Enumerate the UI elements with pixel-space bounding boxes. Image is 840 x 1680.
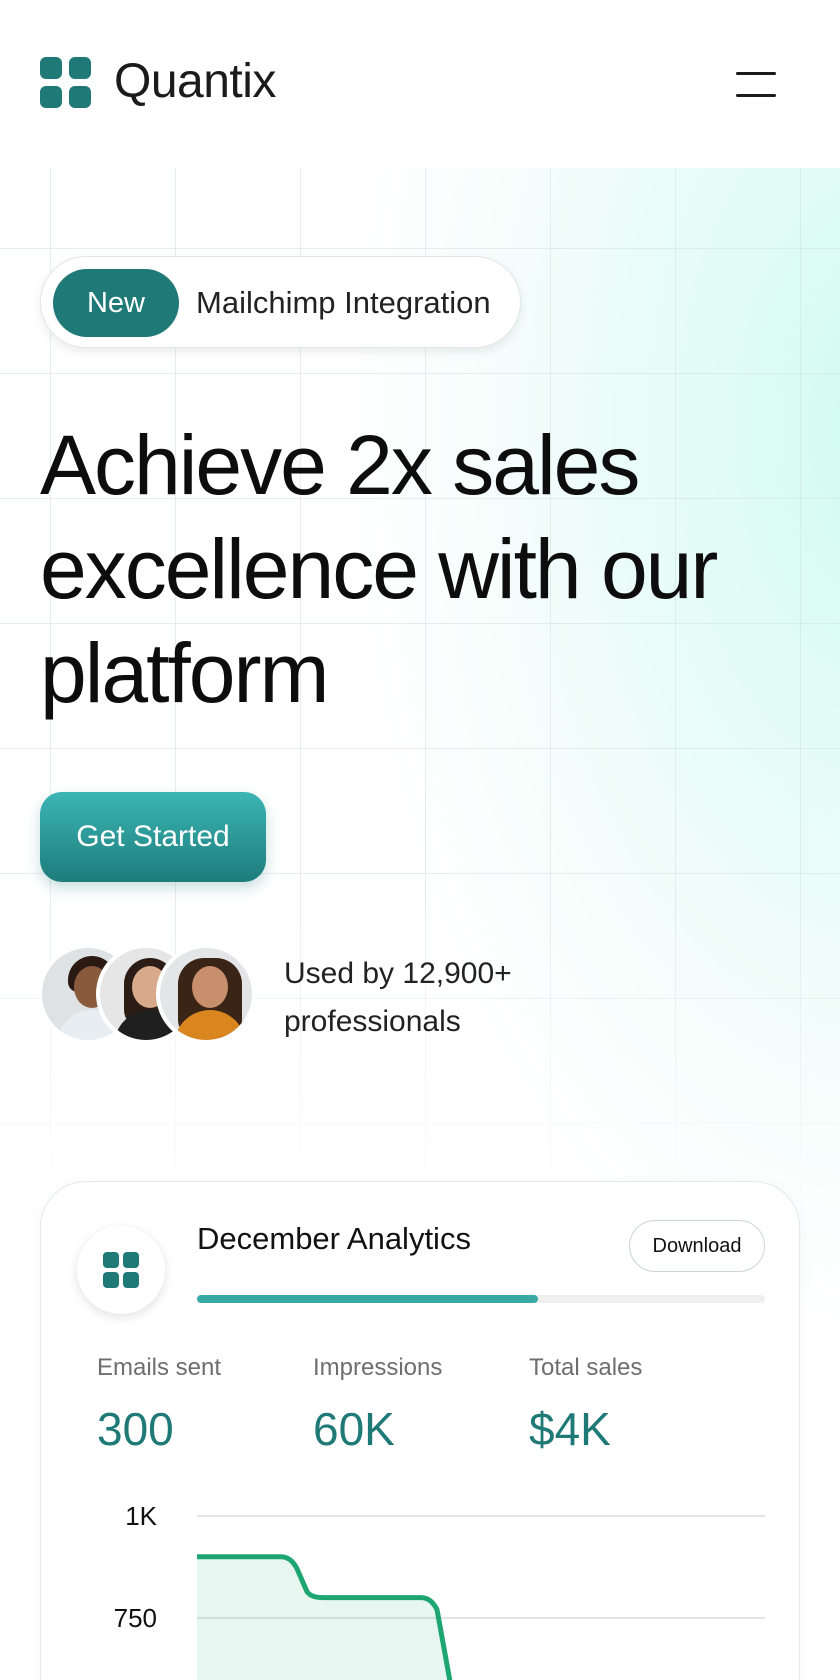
progress-bar <box>197 1295 765 1303</box>
stat-label: Impressions <box>313 1354 443 1381</box>
stat-emails-sent: Emails sent 300 <box>97 1354 297 1456</box>
stat-label: Emails sent <box>97 1354 222 1381</box>
chart-area-fill <box>197 1556 450 1680</box>
hamburger-menu-icon[interactable] <box>728 64 784 106</box>
stat-value: 60K <box>313 1403 395 1455</box>
stat-value: $4K <box>529 1403 611 1455</box>
site-header: Quantix <box>0 0 840 168</box>
y-tick-label: 1K <box>125 1502 157 1531</box>
brand-name[interactable]: Quantix <box>114 54 276 109</box>
announcement-pill[interactable]: New Mailchimp Integration <box>40 256 521 348</box>
avatar-woman-curly-hair <box>156 944 256 1044</box>
social-proof-text: Used by 12,900+ professionals <box>284 950 584 1046</box>
stat-total-sales: Total sales $4K <box>529 1354 729 1456</box>
y-tick-label: 750 <box>114 1603 157 1633</box>
grid-logo-icon[interactable] <box>40 57 91 108</box>
stat-value: 300 <box>97 1403 174 1455</box>
headline-line: Achieve 2x sales <box>40 418 640 512</box>
analytics-chart: 1K 750 <box>41 1502 799 1680</box>
progress-fill <box>197 1295 538 1303</box>
grid-icon <box>77 1226 165 1314</box>
social-proof-line: Used by 12,900+ <box>284 957 512 990</box>
card-title: December Analytics <box>197 1221 471 1256</box>
get-started-button[interactable]: Get Started <box>40 792 266 882</box>
announcement-text: Mailchimp Integration <box>196 285 491 320</box>
hero-headline: Achieve 2x sales excellence with our pla… <box>40 413 820 725</box>
download-button[interactable]: Download <box>629 1220 765 1272</box>
hero-section: New Mailchimp Integration Achieve 2x sal… <box>0 168 840 1680</box>
headline-line: platform <box>40 626 329 720</box>
stat-impressions: Impressions 60K <box>313 1354 513 1456</box>
stat-label: Total sales <box>529 1354 643 1381</box>
headline-line: excellence with our <box>40 522 718 616</box>
new-badge: New <box>53 269 179 337</box>
analytics-card: December Analytics Download Emails sent … <box>40 1181 800 1680</box>
social-proof-line: professionals <box>284 1005 461 1038</box>
area-chart-svg: 1K 750 <box>114 1502 765 1680</box>
